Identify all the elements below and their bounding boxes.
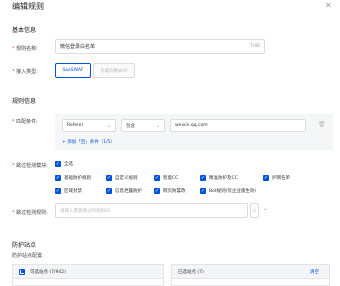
module-checkbox-tamper[interactable]: ✓ 网页防篡改 <box>154 188 186 194</box>
checkbox-checked-icon: ✓ <box>154 187 160 194</box>
module-checkbox-bot[interactable]: ✓ Bot规则(仅企业版生效) <box>200 188 256 194</box>
module-checkbox-hw-list[interactable]: ✓ 护网名单 <box>263 175 290 181</box>
selected-sites-header: 已选站点 (7) 清空 <box>171 264 330 279</box>
field-select[interactable]: Referer ⌄ <box>62 119 116 132</box>
match-value-input[interactable]: weixin.qq.com <box>170 119 306 132</box>
module-checkbox-smart-cc[interactable]: ✓ 智能CC <box>154 175 178 181</box>
select-all-checkbox[interactable]: ✓ 全选 <box>55 161 73 167</box>
checkbox-indeterminate-icon[interactable] <box>19 268 25 275</box>
selected-sites-label: 已选站点 (7) <box>178 269 204 275</box>
checkbox-label: 基础防护规则 <box>64 176 91 181</box>
chevron-down-icon[interactable]: ﹀ <box>253 210 257 215</box>
available-sites-label: 可选站点 (7/942) <box>30 269 66 275</box>
module-checkbox-custom[interactable]: ✓ 自定义规则 <box>106 175 138 181</box>
checkbox-checked-icon: ✓ <box>200 174 206 181</box>
operator-select[interactable]: 包含 ⌄ <box>121 119 165 132</box>
skip-rules-placeholder: 请输入需要跳过的规则ID <box>60 208 110 214</box>
checkbox-label: 信息泄露防护 <box>115 189 142 194</box>
selected-sites-list <box>171 279 330 286</box>
trash-icon[interactable]: 🗑 <box>318 121 326 128</box>
checkbox-checked-icon: ✓ <box>154 174 160 181</box>
rule-name-label: * 规则名称: <box>12 46 38 52</box>
access-type-saas[interactable]: SaaSWAF <box>55 63 91 78</box>
access-type-label: * 接入类型: <box>12 69 38 75</box>
chevron-down-icon: ⌄ <box>106 122 111 129</box>
checkbox-label: 护网名单 <box>272 176 290 181</box>
clear-button[interactable]: 清空 <box>310 269 319 275</box>
checkbox-checked-icon: ✓ <box>55 174 61 181</box>
access-type-clb[interactable]: 负载均衡WAF <box>93 63 135 78</box>
add-and-condition-link[interactable]: + 添加「且」条件（1/5） <box>62 139 115 145</box>
checkbox-label: Bot规则(仅企业版生效) <box>209 189 257 194</box>
module-checkbox-precise-cc[interactable]: ✓ 精准防护及CC <box>200 175 238 181</box>
chevron-down-icon: ⌄ <box>155 122 160 129</box>
match-condition-label: * 匹配条件: <box>12 119 38 125</box>
checkbox-checked-icon: ✓ <box>55 187 61 194</box>
operator-select-value: 包含 <box>126 123 135 129</box>
checkbox-checked-icon: ✓ <box>106 174 112 181</box>
module-checkbox-leak[interactable]: ✓ 信息泄露防护 <box>106 188 142 194</box>
skip-modules-label: * 跳过检测模块: <box>12 163 48 169</box>
checkbox-checked-icon: ✓ <box>55 160 61 167</box>
skip-rules-input[interactable]: 请输入需要跳过的规则ID <box>55 203 248 218</box>
available-sites-list <box>12 279 164 286</box>
dialog-title: 编辑规则 <box>12 2 44 11</box>
skip-rules-label: * 跳过检测规则: <box>12 210 48 216</box>
checkbox-checked-icon: ✓ <box>106 187 112 194</box>
close-icon[interactable]: ✕ <box>325 1 332 10</box>
checkbox-label: 区域封禁 <box>64 189 82 194</box>
rule-name-value: 微信登录白名单 <box>60 44 96 50</box>
available-sites-header: 可选站点 (7/942) <box>12 264 164 279</box>
checkbox-label: 网页防篡改 <box>163 189 186 194</box>
module-checkbox-basic[interactable]: ✓ 基础防护规则 <box>55 175 91 181</box>
protect-section-title: 防护站点 <box>12 242 37 249</box>
checkbox-checked-icon: ✓ <box>263 174 269 181</box>
checkbox-label: 自定义规则 <box>115 176 138 181</box>
basic-section-title: 基本信息 <box>12 27 37 34</box>
module-checkbox-region[interactable]: ✓ 区域封禁 <box>55 188 82 194</box>
rule-name-count: 7/40 <box>249 44 260 49</box>
checkbox-label: 精准防护及CC <box>209 176 238 181</box>
chevron-down-icon[interactable]: ⌄ <box>263 205 268 212</box>
match-value-text: weixin.qq.com <box>175 123 208 128</box>
field-select-value: Referer <box>67 123 84 128</box>
checkbox-label: 智能CC <box>163 176 179 181</box>
rule-name-input[interactable]: 微信登录白名单 7/40 <box>55 39 265 54</box>
skip-rules-stepper[interactable]: ︿ ﹀ <box>250 203 259 218</box>
checkbox-checked-icon: ✓ <box>200 187 206 194</box>
protect-config-label: 防护站点配置: <box>12 253 44 259</box>
checkbox-label: 全选 <box>64 162 73 167</box>
rule-section-title: 规则信息 <box>12 98 37 105</box>
